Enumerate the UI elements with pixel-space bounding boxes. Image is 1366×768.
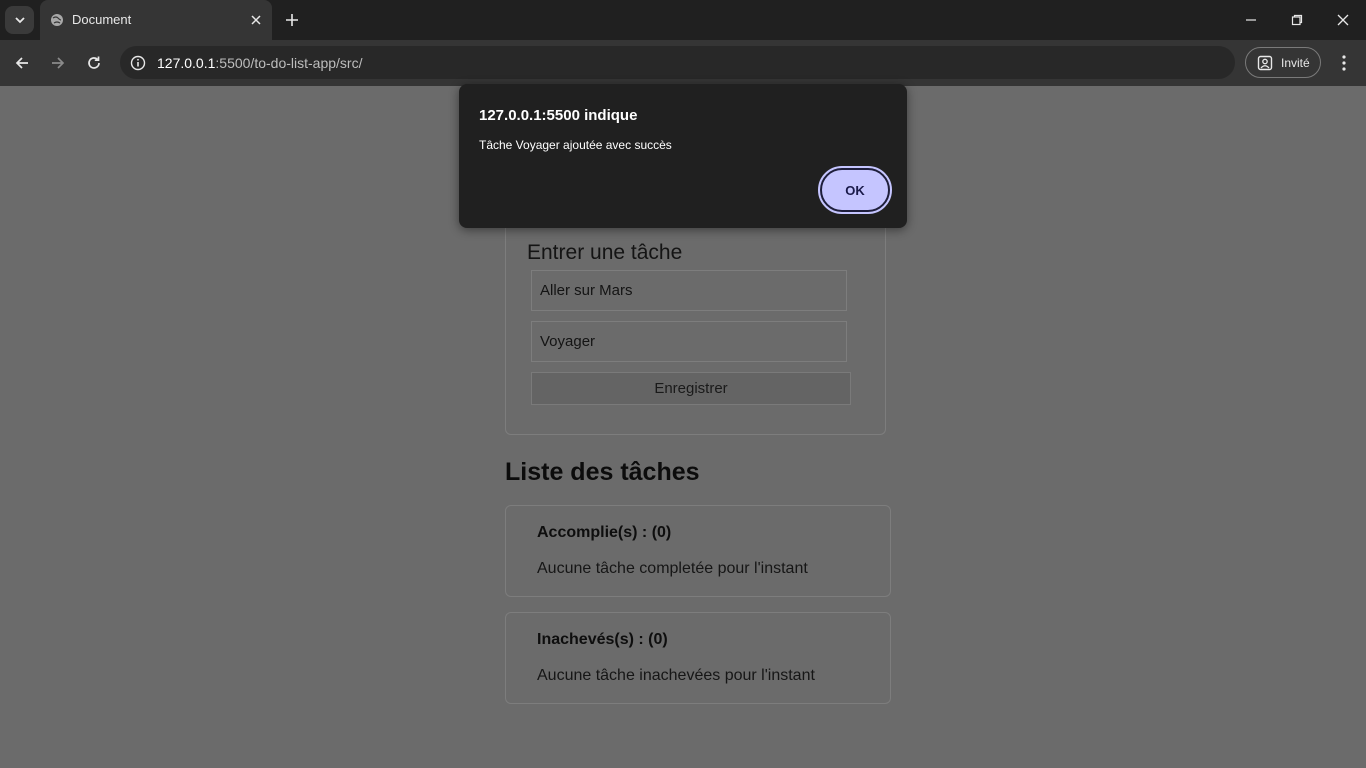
profile-label: Invité bbox=[1281, 56, 1310, 70]
save-button[interactable]: Enregistrer bbox=[531, 372, 851, 405]
chevron-down-icon bbox=[14, 17, 25, 24]
pending-tasks-card: Inachevés(s) : (0) Aucune tâche inachevé… bbox=[505, 612, 891, 704]
forward-button[interactable] bbox=[47, 52, 69, 74]
plus-icon bbox=[286, 14, 298, 26]
reload-button[interactable] bbox=[83, 52, 105, 74]
tab-title: Document bbox=[72, 12, 132, 27]
site-info-button[interactable] bbox=[128, 53, 148, 73]
alert-dialog: 127.0.0.1:5500 indique Tâche Voyager ajo… bbox=[459, 84, 907, 228]
dialog-title: 127.0.0.1:5500 indique bbox=[479, 107, 638, 124]
restore-icon bbox=[1291, 14, 1303, 26]
info-icon bbox=[130, 55, 146, 71]
completed-tasks-empty: Aucune tâche completée pour l'instant bbox=[537, 560, 808, 577]
tab-close-button[interactable] bbox=[248, 12, 264, 28]
url-path: :5500/to-do-list-app/src/ bbox=[215, 55, 363, 71]
pending-tasks-title: Inachevés(s) : (0) bbox=[537, 631, 668, 648]
browser-menu-button[interactable] bbox=[1335, 52, 1353, 74]
tab-strip: Document bbox=[0, 0, 1366, 40]
task-list-title: Liste des tâches bbox=[505, 458, 700, 486]
restore-button[interactable] bbox=[1287, 10, 1307, 30]
tab-search-button[interactable] bbox=[5, 6, 34, 34]
reload-icon bbox=[88, 56, 100, 69]
close-icon bbox=[1337, 14, 1349, 26]
back-arrow-icon bbox=[15, 57, 28, 69]
new-tab-button[interactable] bbox=[283, 11, 301, 29]
completed-tasks-title: Accomplie(s) : (0) bbox=[537, 524, 672, 541]
globe-icon bbox=[51, 14, 63, 26]
form-title: Entrer une tâche bbox=[527, 241, 683, 264]
kebab-menu-icon bbox=[1342, 55, 1346, 71]
window-close-button[interactable] bbox=[1333, 10, 1353, 30]
url-text: 127.0.0.1:5500/to-do-list-app/src/ bbox=[157, 55, 362, 71]
address-bar[interactable]: 127.0.0.1:5500/to-do-list-app/src/ bbox=[120, 46, 1235, 79]
url-host: 127.0.0.1 bbox=[157, 55, 216, 71]
forward-arrow-icon bbox=[52, 57, 65, 69]
browser-toolbar: 127.0.0.1:5500/to-do-list-app/src/ Invit… bbox=[0, 40, 1366, 86]
pending-tasks-empty: Aucune tâche inachevées pour l'instant bbox=[537, 667, 815, 684]
dialog-message: Tâche Voyager ajoutée avec succès bbox=[479, 138, 672, 152]
minimize-button[interactable] bbox=[1241, 10, 1261, 30]
back-button[interactable] bbox=[11, 52, 33, 74]
close-icon bbox=[251, 15, 261, 25]
tab-document[interactable]: Document bbox=[40, 0, 272, 40]
task-name-input[interactable]: Voyager bbox=[531, 321, 847, 362]
task-title-input[interactable]: Aller sur Mars bbox=[531, 270, 847, 311]
ok-button[interactable]: OK bbox=[818, 166, 892, 214]
completed-tasks-card: Accomplie(s) : (0) Aucune tâche completé… bbox=[505, 505, 891, 597]
minimize-icon bbox=[1246, 19, 1256, 21]
profile-button[interactable]: Invité bbox=[1245, 47, 1321, 78]
browser-window: Document 127.0.0.1:5500/to-do-list-app/s… bbox=[0, 0, 1366, 768]
profile-icon bbox=[1257, 55, 1273, 71]
